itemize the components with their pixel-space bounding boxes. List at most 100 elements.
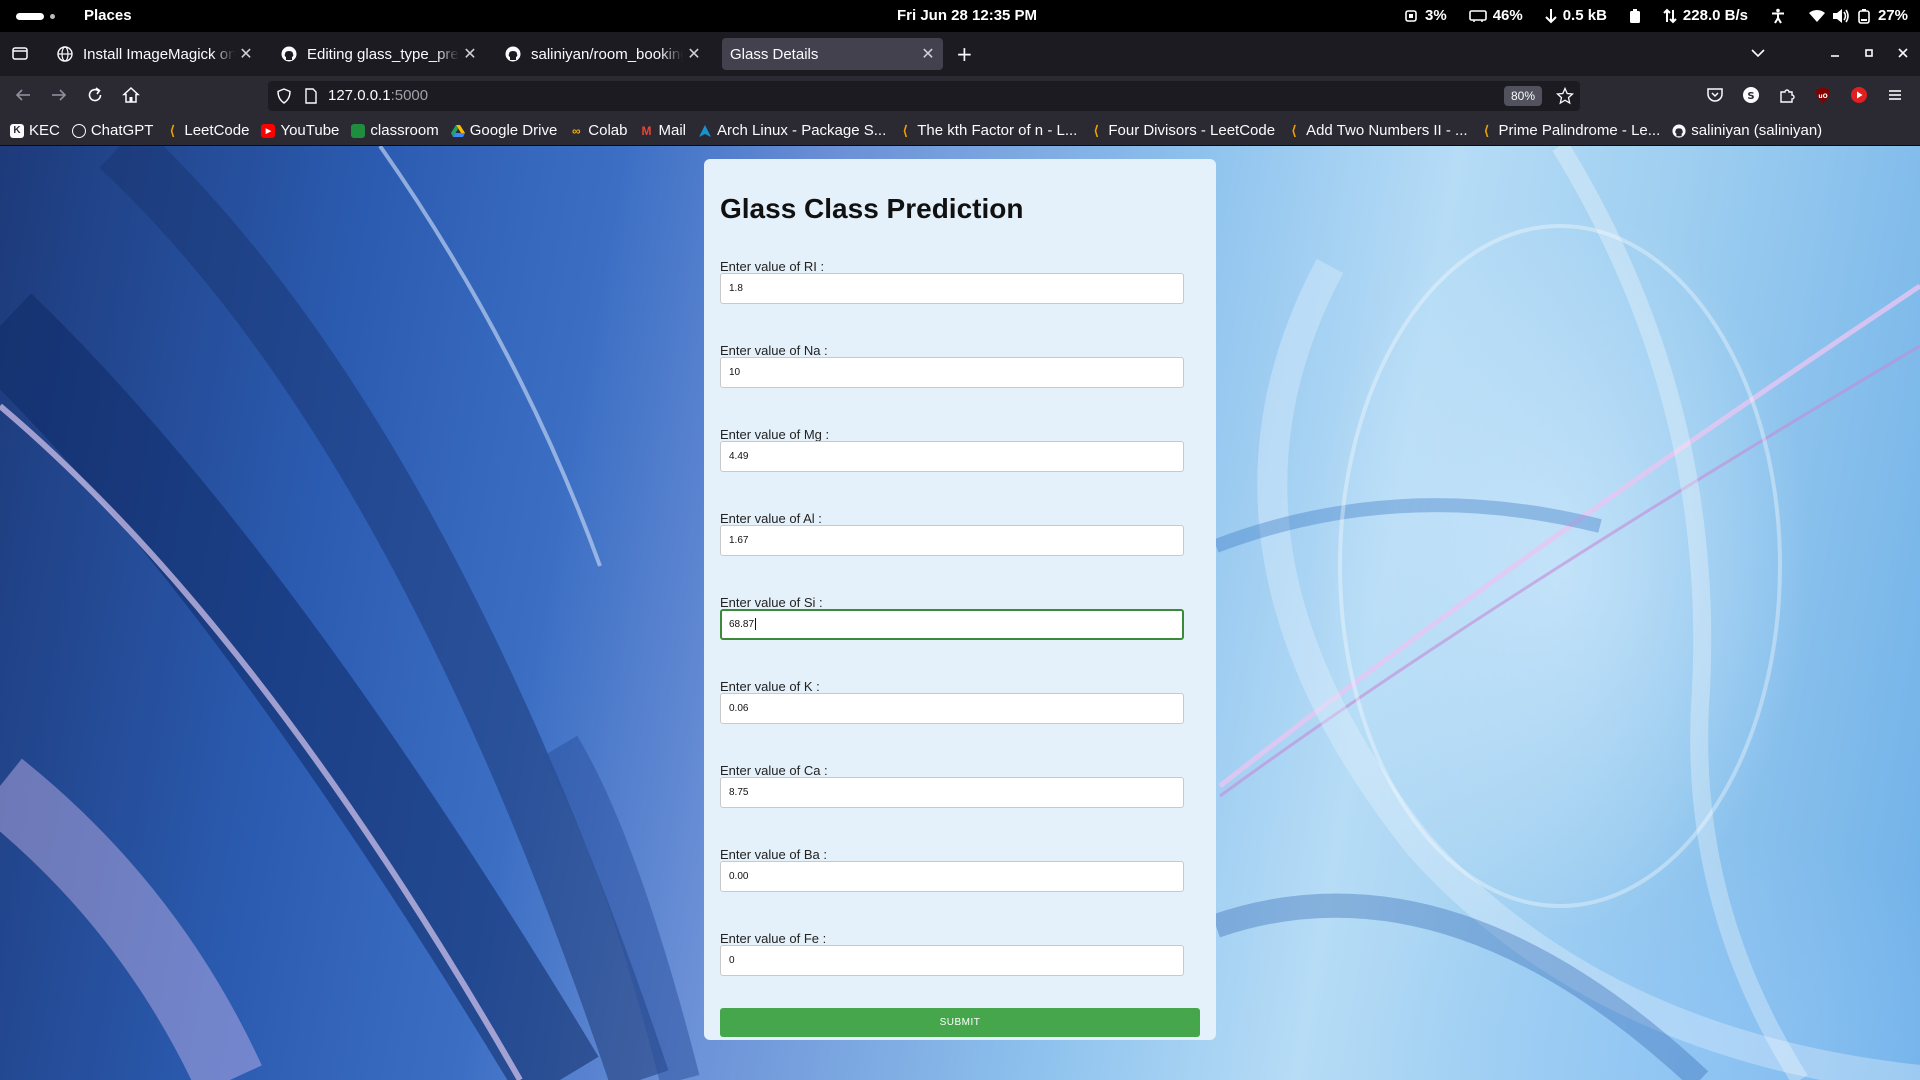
bookmark-colab[interactable]: ∞ Colab bbox=[569, 122, 627, 139]
value-input[interactable]: 1.67 bbox=[720, 525, 1184, 556]
ublock-origin-icon[interactable]: uO bbox=[1814, 86, 1834, 106]
navigation-toolbar: 127.0.0.1:5000 80% S uO bbox=[0, 76, 1920, 116]
leetcode-icon: ⟨ bbox=[1483, 122, 1490, 138]
system-top-bar: Places Fri Jun 28 12:35 PM 3% 46% 0.5 kB bbox=[0, 0, 1920, 32]
minimize-window-icon[interactable] bbox=[1828, 45, 1842, 64]
field-label: Enter value of K : bbox=[720, 679, 820, 694]
bookmark-prime-palindrome[interactable]: ⟨ Prime Palindrome - Le... bbox=[1480, 122, 1660, 139]
tab-imagemagick[interactable]: Install ImageMagick on Arch Linux ✕ bbox=[47, 38, 261, 70]
places-menu[interactable]: Places bbox=[84, 7, 132, 24]
list-all-tabs-icon[interactable] bbox=[1750, 45, 1766, 65]
tab-title: Editing glass_type_prediction bbox=[307, 45, 459, 63]
wifi-icon[interactable] bbox=[1808, 9, 1826, 23]
tracking-protection-shield-icon[interactable] bbox=[276, 88, 292, 108]
account-avatar-icon[interactable]: S bbox=[1742, 86, 1762, 106]
input-value: 1.8 bbox=[729, 283, 743, 294]
input-value: 68.87 bbox=[729, 619, 755, 630]
bookmark-arch-linux[interactable]: Arch Linux - Package S... bbox=[698, 122, 886, 139]
bookmark-add-two-numbers[interactable]: ⟨ Add Two Numbers II - ... bbox=[1287, 122, 1468, 139]
back-arrow-icon[interactable] bbox=[14, 86, 34, 106]
close-tab-icon[interactable]: ✕ bbox=[917, 44, 939, 64]
bookmarks-toolbar: K KEC ChatGPT ⟨ LeetCode ▶ YouTube classroo… bbox=[0, 116, 1920, 146]
zoom-level-badge[interactable]: 80% bbox=[1504, 86, 1543, 106]
input-value: 0 bbox=[729, 955, 735, 966]
value-input[interactable]: 10 bbox=[720, 357, 1184, 388]
memory-usage: 46% bbox=[1492, 7, 1523, 24]
new-tab-button[interactable]: + bbox=[956, 42, 973, 66]
tab-title: saliniyan/room_booking bbox=[531, 45, 683, 63]
download-rate: 0.5 kB bbox=[1562, 7, 1607, 24]
tab-editing-glass-type[interactable]: Editing glass_type_prediction ✕ bbox=[271, 38, 485, 70]
system-status-area[interactable]: 3% 46% 0.5 kB 228.0 B/s 27% bbox=[1381, 7, 1908, 24]
github-icon bbox=[1672, 123, 1686, 138]
bookmark-kec[interactable]: K KEC bbox=[10, 122, 60, 139]
bookmark-google-drive[interactable]: Google Drive bbox=[450, 122, 557, 139]
extensions-puzzle-icon[interactable] bbox=[1778, 86, 1798, 106]
hamburger-menu-icon[interactable] bbox=[1886, 86, 1906, 106]
close-tab-icon[interactable]: ✕ bbox=[235, 44, 257, 64]
forward-arrow-icon[interactable] bbox=[50, 86, 70, 106]
field-label: Enter value of RI : bbox=[720, 259, 825, 274]
input-value: 0.06 bbox=[729, 703, 749, 714]
value-input[interactable]: 1.8 bbox=[720, 273, 1184, 304]
value-input[interactable]: 0.00 bbox=[720, 861, 1184, 892]
battery-icon[interactable] bbox=[1856, 8, 1872, 24]
value-input[interactable]: 0.06 bbox=[720, 693, 1184, 724]
bookmark-classroom[interactable]: classroom bbox=[351, 122, 439, 139]
github-icon bbox=[281, 46, 297, 62]
cpu-icon bbox=[1403, 8, 1419, 24]
field-label: Enter value of Ba : bbox=[720, 847, 827, 862]
network-transfer-icon bbox=[1663, 8, 1677, 24]
glass-prediction-form-card: Glass Class Prediction Enter value of RI… bbox=[704, 159, 1216, 1040]
accessibility-icon[interactable] bbox=[1770, 8, 1786, 24]
bookmark-star-icon[interactable] bbox=[1555, 86, 1575, 109]
page-info-icon[interactable] bbox=[304, 88, 318, 108]
youtube-extension-icon[interactable] bbox=[1850, 86, 1870, 106]
value-input[interactable]: 0 bbox=[720, 945, 1184, 976]
input-value: 4.49 bbox=[729, 451, 749, 462]
youtube-icon: ▶ bbox=[261, 123, 276, 138]
download-arrow-icon bbox=[1545, 8, 1557, 24]
tab-glass-details[interactable]: Glass Details ✕ bbox=[722, 38, 943, 70]
battery-small-icon bbox=[1629, 8, 1641, 24]
text-caret bbox=[755, 618, 757, 631]
leetcode-icon: ⟨ bbox=[902, 122, 908, 138]
bookmark-chatgpt[interactable]: ChatGPT bbox=[71, 122, 153, 139]
maximize-window-icon[interactable] bbox=[1862, 45, 1876, 64]
address-bar[interactable]: 127.0.0.1:5000 80% bbox=[268, 81, 1580, 111]
cpu-usage: 3% bbox=[1425, 7, 1447, 24]
leetcode-icon: ⟨ bbox=[169, 122, 175, 138]
submit-button[interactable]: SUBMIT bbox=[720, 1008, 1200, 1037]
close-tab-icon[interactable]: ✕ bbox=[459, 44, 481, 64]
colab-icon: ∞ bbox=[572, 123, 581, 138]
bookmark-saliniyan-github[interactable]: saliniyan (saliniyan) bbox=[1672, 122, 1822, 139]
arch-icon bbox=[698, 124, 712, 138]
workspace-indicator[interactable] bbox=[16, 13, 44, 20]
tab-room-booking[interactable]: saliniyan/room_booking ✕ bbox=[495, 38, 709, 70]
reload-icon[interactable] bbox=[86, 86, 106, 106]
url-text[interactable]: 127.0.0.1:5000 bbox=[328, 87, 428, 104]
value-input[interactable]: 68.87 bbox=[720, 609, 1184, 640]
close-window-icon[interactable] bbox=[1896, 45, 1910, 64]
field-label: Enter value of Al : bbox=[720, 511, 822, 526]
pocket-icon[interactable] bbox=[1706, 86, 1726, 106]
leetcode-icon: ⟨ bbox=[1291, 122, 1297, 138]
bookmark-four-divisors[interactable]: ⟨ Four Divisors - LeetCode bbox=[1089, 122, 1275, 139]
tab-overview-icon[interactable] bbox=[12, 45, 28, 65]
bookmark-youtube[interactable]: ▶ YouTube bbox=[261, 122, 339, 139]
volume-icon[interactable] bbox=[1832, 8, 1850, 24]
workspace-dot[interactable] bbox=[50, 14, 55, 19]
value-input[interactable]: 4.49 bbox=[720, 441, 1184, 472]
field-label: Enter value of Na : bbox=[720, 343, 828, 358]
svg-text:uO: uO bbox=[1818, 93, 1827, 100]
bookmark-mail[interactable]: M Mail bbox=[640, 122, 687, 139]
mail-icon: M bbox=[641, 123, 652, 138]
bookmark-leetcode[interactable]: ⟨ LeetCode bbox=[165, 122, 250, 139]
clock[interactable]: Fri Jun 28 12:35 PM bbox=[897, 7, 1037, 24]
value-input[interactable]: 8.75 bbox=[720, 777, 1184, 808]
leetcode-icon: ⟨ bbox=[1093, 122, 1099, 138]
home-icon[interactable] bbox=[122, 86, 142, 106]
chatgpt-icon bbox=[71, 123, 86, 138]
close-tab-icon[interactable]: ✕ bbox=[683, 44, 705, 64]
bookmark-kth-factor[interactable]: ⟨ The kth Factor of n - L... bbox=[898, 122, 1078, 139]
